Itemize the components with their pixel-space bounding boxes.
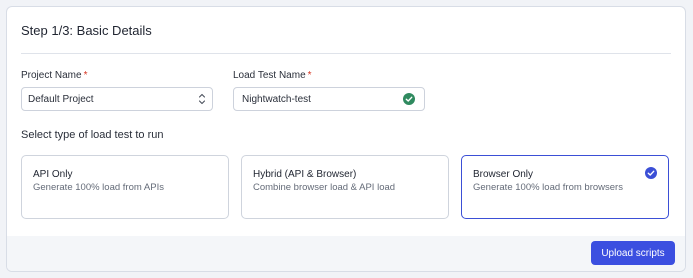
required-asterisk: * [307, 70, 312, 81]
load-test-name-value: Nightwatch-test [242, 94, 311, 105]
option-description: Combine browser load & API load [253, 182, 396, 193]
option-api-only[interactable]: API Only Generate 100% load from APIs [21, 155, 229, 219]
upload-scripts-button[interactable]: Upload scripts [591, 241, 675, 265]
option-title: Browser Only [473, 169, 534, 180]
load-test-name-label-text: Load Test Name [233, 70, 306, 81]
check-circle-icon [645, 167, 657, 179]
title-divider [21, 53, 671, 54]
project-name-select[interactable]: Default Project [21, 87, 213, 111]
option-title: API Only [33, 169, 73, 180]
option-browser-only[interactable]: Browser Only Generate 100% load from bro… [461, 155, 669, 219]
card-footer: Upload scripts [7, 236, 685, 271]
chevron-up-down-icon [198, 93, 206, 105]
load-test-name-input[interactable]: Nightwatch-test [233, 87, 425, 111]
basic-details-card: Step 1/3: Basic Details Project Name * De… [6, 6, 686, 272]
project-name-label-text: Project Name [21, 70, 82, 81]
required-asterisk: * [83, 70, 88, 81]
project-name-label: Project Name * [21, 70, 87, 81]
step-title: Step 1/3: Basic Details [21, 23, 152, 38]
test-type-label: Select type of load test to run [21, 129, 164, 141]
load-test-name-label: Load Test Name * [233, 70, 312, 81]
option-description: Generate 100% load from browsers [473, 182, 623, 193]
check-circle-icon [403, 93, 415, 105]
option-hybrid[interactable]: Hybrid (API & Browser) Combine browser l… [241, 155, 449, 219]
option-title: Hybrid (API & Browser) [253, 169, 357, 180]
option-description: Generate 100% load from APIs [33, 182, 164, 193]
project-name-value: Default Project [28, 94, 94, 105]
